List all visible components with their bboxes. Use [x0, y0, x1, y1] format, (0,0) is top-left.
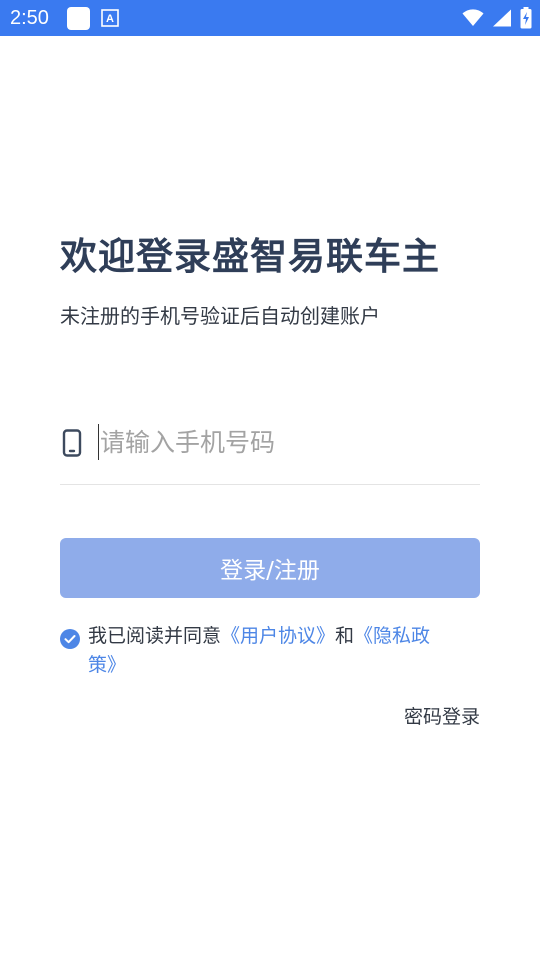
checkbox-checked-icon[interactable]	[60, 629, 80, 649]
agreement-text: 我已阅读并同意《用户协议》和《隐私政策》	[88, 622, 458, 680]
wifi-icon	[462, 9, 484, 26]
battery-charging-icon	[520, 7, 532, 29]
agreement-prefix: 我已阅读并同意	[88, 625, 222, 647]
password-login-link[interactable]: 密码登录	[404, 702, 480, 729]
login-register-label: 登录/注册	[220, 558, 320, 584]
font-a-icon: A	[101, 9, 119, 27]
text-cursor	[98, 424, 99, 460]
user-agreement-link[interactable]: 《用户协议》	[221, 625, 335, 647]
svg-text:A: A	[106, 13, 114, 25]
status-time: 2:50	[10, 7, 49, 29]
status-bar: 2:50 A	[0, 0, 540, 36]
login-screen: 欢迎登录盛智易联车主 未注册的手机号验证后自动创建账户 登录/注册 我已阅读并同…	[0, 36, 540, 960]
phone-number-input[interactable]	[100, 422, 470, 462]
agreement-and: 和	[335, 625, 355, 647]
notification-square-icon	[67, 7, 90, 30]
signal-icon	[493, 9, 511, 27]
page-title: 欢迎登录盛智易联车主	[60, 235, 440, 278]
login-register-button[interactable]: 登录/注册	[60, 538, 480, 598]
mobile-phone-icon	[62, 429, 82, 457]
system-icons	[462, 6, 532, 30]
phone-input-row[interactable]	[60, 416, 480, 485]
page-subtitle: 未注册的手机号验证后自动创建账户	[60, 304, 380, 328]
